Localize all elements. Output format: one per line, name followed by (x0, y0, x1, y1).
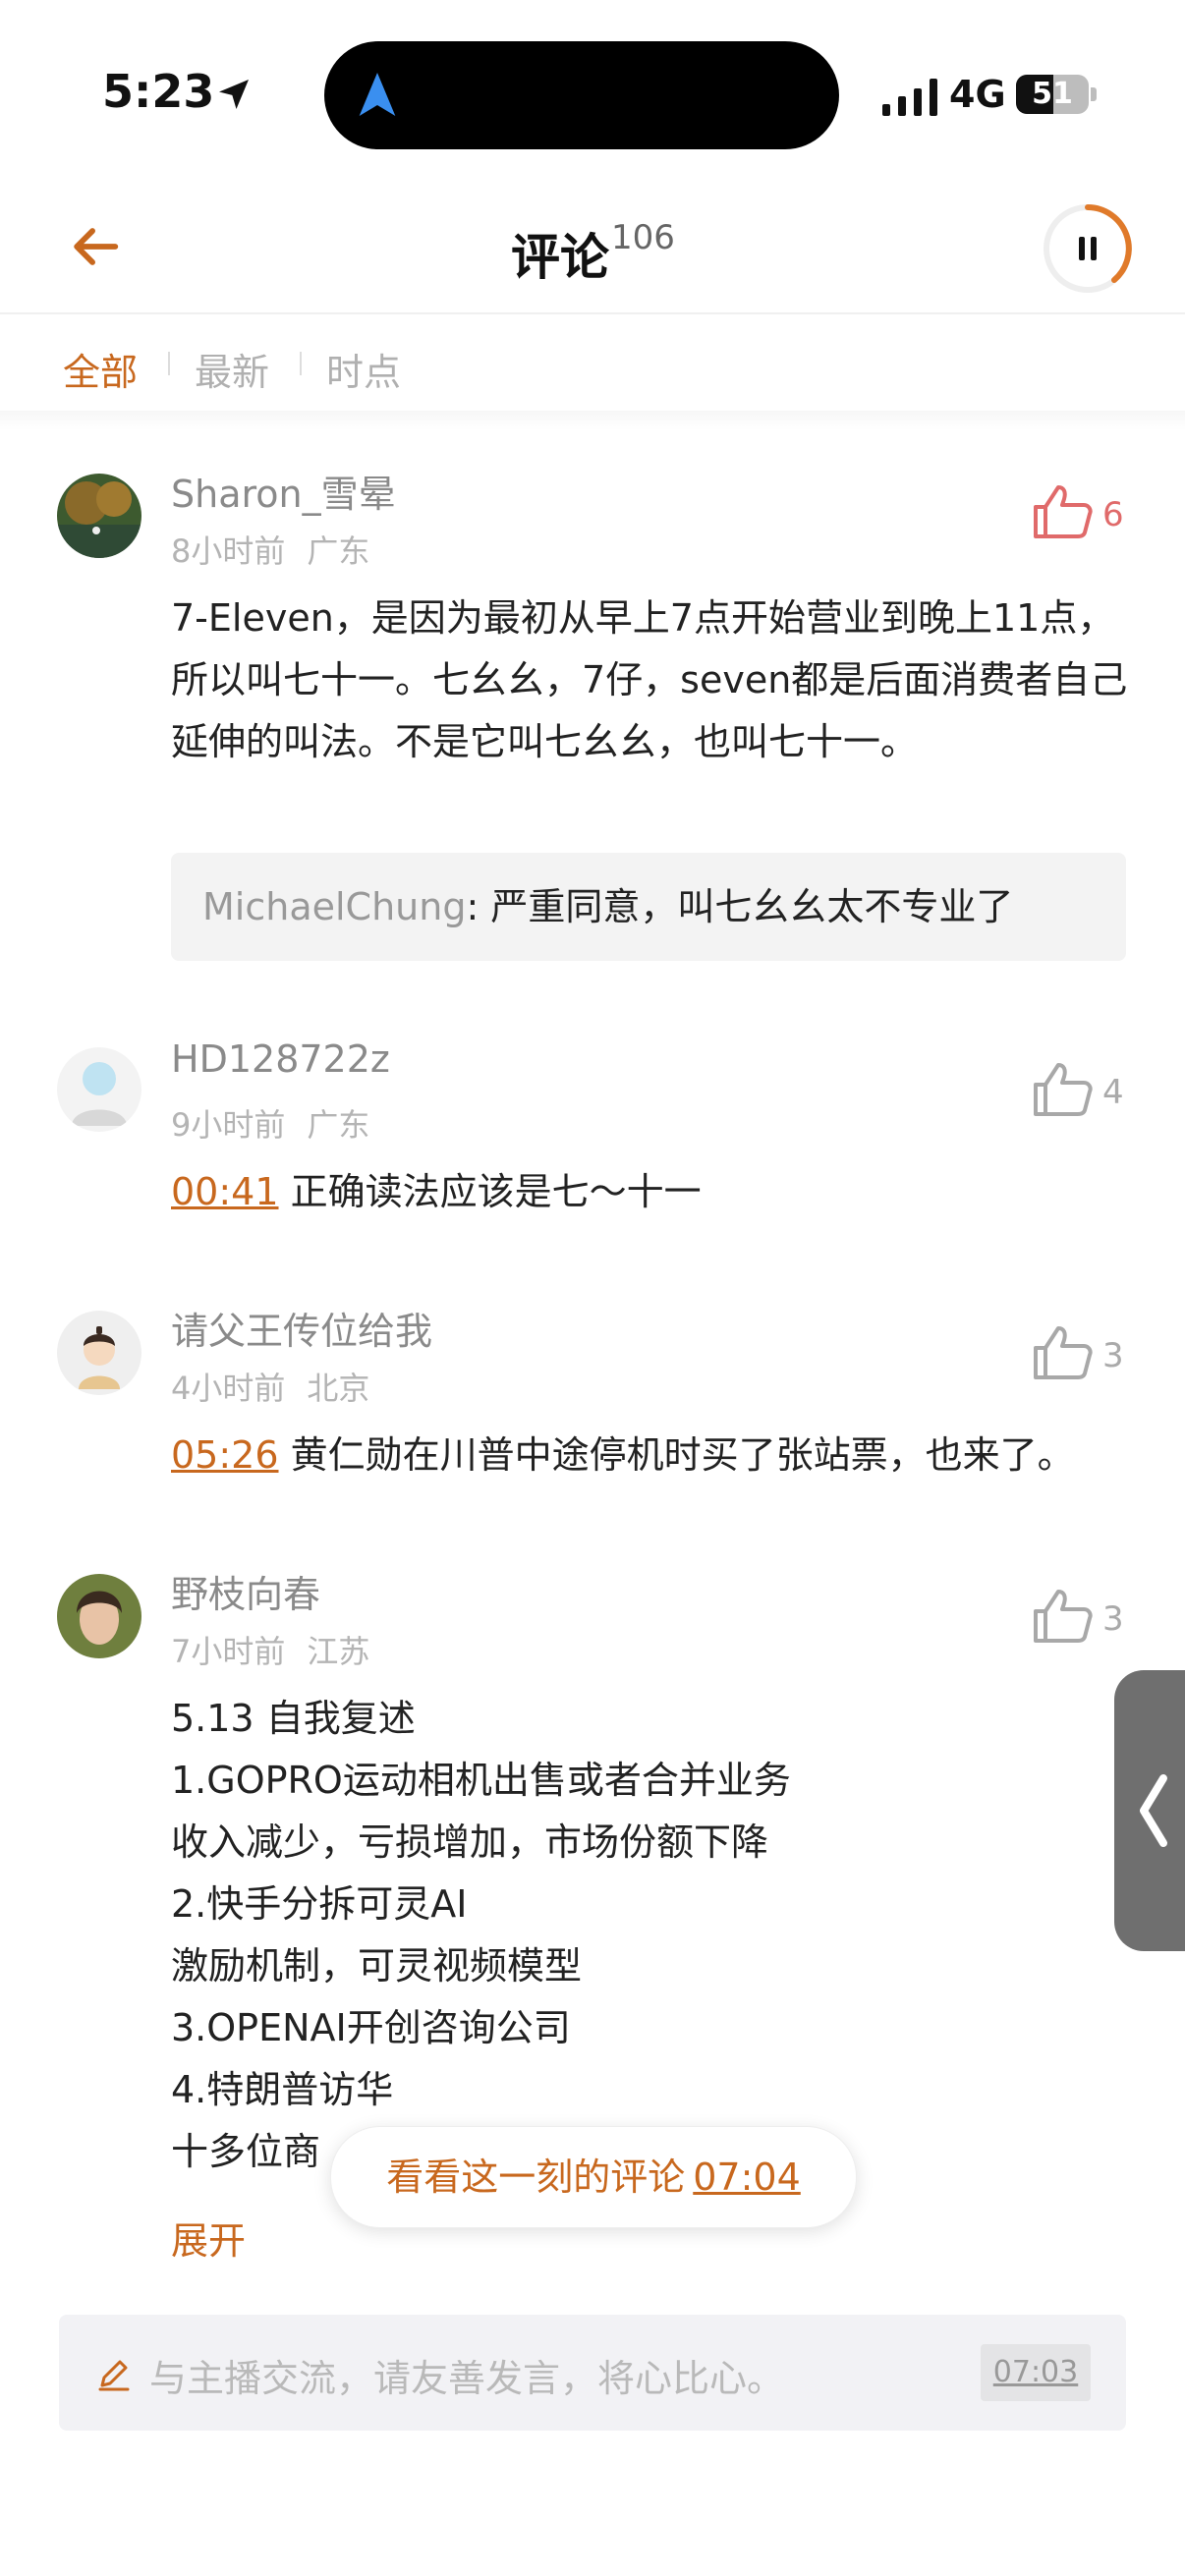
thumbs-up-icon[interactable] (1032, 1061, 1095, 1118)
comment-time: 9小时前 (171, 1106, 286, 1144)
comment-text: 7-Eleven，是因为最初从早上7点开始营业到晚上11点，所以叫七十一。七幺幺… (171, 596, 1128, 763)
comment-username[interactable]: 请父王传位给我 (171, 1301, 432, 1355)
avatar[interactable] (57, 1047, 141, 1132)
thumbs-up-icon[interactable] (1032, 483, 1095, 540)
comment-time: 7小时前 (171, 1633, 286, 1670)
view-moment-comments-button[interactable]: 看看这一刻的评论 07:04 (330, 2126, 857, 2228)
like-count: 3 (1102, 1336, 1124, 1375)
comment-username[interactable]: Sharon_雪晕 (171, 464, 396, 518)
comment-time: 4小时前 (171, 1370, 286, 1407)
page-title: 评论 (511, 229, 609, 286)
expand-link[interactable]: 展开 (171, 2211, 246, 2265)
comment-location: 广东 (307, 532, 370, 570)
cartoon-avatar-icon (79, 1326, 120, 1389)
input-timestamp[interactable]: 07:03 (981, 2344, 1091, 2401)
avatar[interactable] (57, 474, 141, 558)
comment-meta: 9小时前 广东 (171, 1100, 391, 1146)
chevron-left-icon (1140, 1774, 1167, 1847)
comment-text: 正确读法应该是七～十一 (290, 1170, 702, 1213)
comment-meta: 4小时前 北京 (171, 1364, 391, 1409)
like-count: 6 (1102, 495, 1124, 534)
comment-line: 1.GOPRO运动相机出售或者合并业务 (171, 1759, 791, 1802)
avatar[interactable] (57, 1574, 141, 1658)
side-panel-toggle[interactable] (1114, 1670, 1185, 1951)
comment-location: 江苏 (307, 1633, 370, 1670)
dynamic-island (324, 41, 839, 149)
timestamp-link[interactable]: 05:26 (171, 1433, 279, 1477)
comment-text: 5.13 自我复述 1.GOPRO运动相机出售或者合并业务 收入减少，亏损增加，… (171, 1688, 1134, 2183)
network-type: 4G (949, 73, 1006, 116)
comment-line: 3.OPENAI开创咨询公司 (171, 2006, 571, 2049)
comment-count: 106 (611, 218, 675, 257)
navigation-arrow-icon (359, 73, 396, 116)
battery-percent: 51 (1032, 77, 1073, 111)
thumbs-up-icon[interactable] (1032, 1324, 1095, 1381)
header-divider (0, 312, 1185, 314)
tab-separator (168, 352, 170, 375)
comment-meta: 7小时前 江苏 (171, 1627, 391, 1672)
comment-line: 收入减少，亏损增加，市场份额下降 (171, 1820, 769, 1864)
comment-body: 00:41 正确读法应该是七～十一 (171, 1161, 1134, 1223)
comment-line: 2.快手分拆可灵AI (171, 1882, 468, 1926)
comment-line: 5.13 自我复述 (171, 1697, 416, 1740)
audio-player-button[interactable] (1042, 202, 1134, 295)
comment-meta: 8小时前 广东 (171, 527, 391, 572)
avatar-image (57, 474, 141, 558)
like-count: 3 (1102, 1599, 1124, 1639)
battery-icon: 51 (1016, 75, 1089, 114)
edit-pen-icon (98, 2360, 130, 2391)
comment-location: 广东 (307, 1106, 370, 1144)
reply-username[interactable]: MichaelChung (202, 885, 466, 928)
avatar[interactable] (57, 1311, 141, 1395)
comment-line: 4.特朗普访华 (171, 2068, 394, 2111)
view-moment-time: 07:04 (693, 2156, 801, 2199)
comment-line: 激励机制，可灵视频模型 (171, 1944, 583, 1988)
signal-icon (882, 79, 937, 116)
comment-input-placeholder[interactable]: 与主播交流，请友善发言，将心比心。 (149, 2348, 784, 2402)
status-time: 5:23 (102, 65, 215, 118)
tab-timepoint[interactable]: 时点 (326, 342, 401, 396)
default-avatar-icon (72, 1062, 127, 1126)
timestamp-link[interactable]: 00:41 (171, 1170, 279, 1213)
reply-preview[interactable]: MichaelChung: 严重同意，叫七幺幺太不专业了 (171, 853, 1126, 961)
view-moment-label: 看看这一刻的评论 (386, 2156, 686, 2199)
reply-text: : 严重同意，叫七幺幺太不专业了 (466, 885, 1014, 928)
comment-body: 05:26 黄仁勋在川普中途停机时买了张站票，也来了。 (171, 1425, 1134, 1486)
thumbs-up-icon[interactable] (1032, 1588, 1095, 1645)
comment-username[interactable]: HD128722z (171, 1037, 390, 1081)
battery-cap (1091, 87, 1097, 101)
tab-latest[interactable]: 最新 (195, 342, 269, 396)
tabs-shadow (0, 411, 1185, 430)
location-arrow-icon (219, 80, 249, 109)
comment-location: 北京 (307, 1370, 370, 1407)
tab-separator (300, 352, 302, 375)
comment-text: 黄仁勋在川普中途停机时买了张站票，也来了。 (290, 1433, 1075, 1477)
tab-all[interactable]: 全部 (63, 342, 138, 396)
comment-time: 8小时前 (171, 532, 286, 570)
back-arrow-icon[interactable] (67, 218, 124, 275)
like-count: 4 (1102, 1073, 1124, 1112)
avatar-image (57, 1574, 141, 1658)
comment-username[interactable]: 野枝向春 (171, 1564, 320, 1618)
